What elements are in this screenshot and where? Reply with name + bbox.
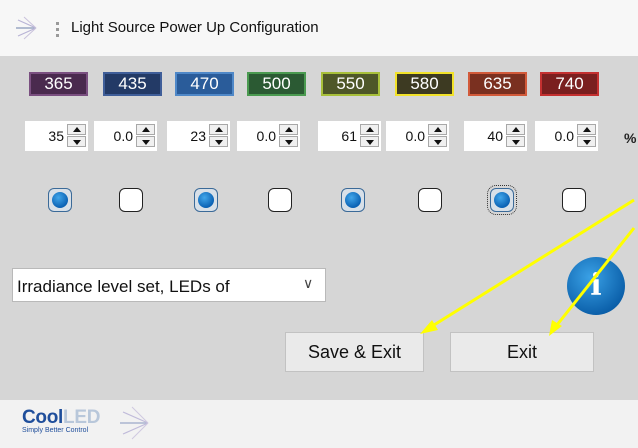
client-area: 365 435 470 500 550 580 635 740 35 0.0 23 0.0 61 0.0… — [0, 56, 638, 400]
spin-down-icon[interactable] — [428, 136, 447, 147]
enable-checkbox-550[interactable] — [341, 188, 365, 212]
spin-up-icon[interactable] — [360, 124, 379, 135]
enable-checkbox-580[interactable] — [418, 188, 442, 212]
dropdown-value: Irradiance level set, LEDs of — [17, 277, 230, 296]
coolled-logo: CoolLED Simply Better Control — [22, 407, 100, 434]
spin-up-icon[interactable] — [67, 124, 86, 135]
enable-checkbox-740[interactable] — [562, 188, 586, 212]
spin-up-icon[interactable] — [209, 124, 228, 135]
info-icon[interactable]: i — [567, 257, 625, 315]
wavelength-label-365: 365 — [29, 72, 88, 96]
footer: CoolLED Simply Better Control — [0, 400, 638, 448]
level-value[interactable]: 40 — [487, 128, 503, 144]
title-bar: Light Source Power Up Configuration — [0, 0, 638, 56]
level-spinner-580[interactable]: 0.0 — [386, 121, 449, 151]
level-spinner-470[interactable]: 23 — [167, 121, 230, 151]
level-spinner-500[interactable]: 0.0 — [237, 121, 300, 151]
wavelength-label-470: 470 — [175, 72, 234, 96]
spin-down-icon[interactable] — [209, 136, 228, 147]
spin-up-icon[interactable] — [428, 124, 447, 135]
save-exit-button[interactable]: Save & Exit — [285, 332, 424, 372]
logo-text: Cool — [22, 407, 64, 428]
level-value[interactable]: 23 — [190, 128, 206, 144]
level-spinner-365[interactable]: 35 — [25, 121, 88, 151]
enable-checkbox-500[interactable] — [268, 188, 292, 212]
enable-checkbox-470[interactable] — [194, 188, 218, 212]
enable-checkbox-365[interactable] — [48, 188, 72, 212]
spin-up-icon[interactable] — [506, 124, 525, 135]
exit-button[interactable]: Exit — [450, 332, 594, 372]
percent-label: % — [624, 130, 637, 146]
spin-down-icon[interactable] — [360, 136, 379, 147]
enable-checkbox-435[interactable] — [119, 188, 143, 212]
level-spinner-550[interactable]: 61 — [318, 121, 381, 151]
level-value[interactable]: 0.0 — [114, 128, 133, 144]
wavelength-label-550: 550 — [321, 72, 380, 96]
level-value[interactable]: 0.0 — [257, 128, 276, 144]
logo-rays-icon — [120, 406, 149, 440]
level-value[interactable]: 0.0 — [555, 128, 574, 144]
spin-down-icon[interactable] — [136, 136, 155, 147]
level-value[interactable]: 0.0 — [406, 128, 425, 144]
spin-up-icon[interactable] — [279, 124, 298, 135]
level-spinner-635[interactable]: 40 — [464, 121, 527, 151]
spin-down-icon[interactable] — [577, 136, 596, 147]
logo-text-led: LED — [63, 407, 101, 428]
power-up-mode-dropdown[interactable]: Irradiance level set, LEDs of ∨ — [12, 268, 326, 302]
wavelength-label-435: 435 — [103, 72, 162, 96]
window-title: Light Source Power Up Configuration — [71, 19, 319, 36]
spin-down-icon[interactable] — [279, 136, 298, 147]
spin-down-icon[interactable] — [67, 136, 86, 147]
chevron-down-icon: ∨ — [303, 275, 314, 291]
level-value[interactable]: 35 — [48, 128, 64, 144]
level-spinner-740[interactable]: 0.0 — [535, 121, 598, 151]
wavelength-label-740: 740 — [540, 72, 599, 96]
app-icon — [16, 16, 37, 40]
spin-up-icon[interactable] — [136, 124, 155, 135]
wavelength-label-635: 635 — [468, 72, 527, 96]
spin-up-icon[interactable] — [577, 124, 596, 135]
enable-checkbox-635[interactable] — [487, 185, 517, 215]
wavelength-label-500: 500 — [247, 72, 306, 96]
spin-down-icon[interactable] — [506, 136, 525, 147]
grip-icon — [56, 22, 59, 37]
level-value[interactable]: 61 — [341, 128, 357, 144]
level-spinner-435[interactable]: 0.0 — [94, 121, 157, 151]
wavelength-label-580: 580 — [395, 72, 454, 96]
